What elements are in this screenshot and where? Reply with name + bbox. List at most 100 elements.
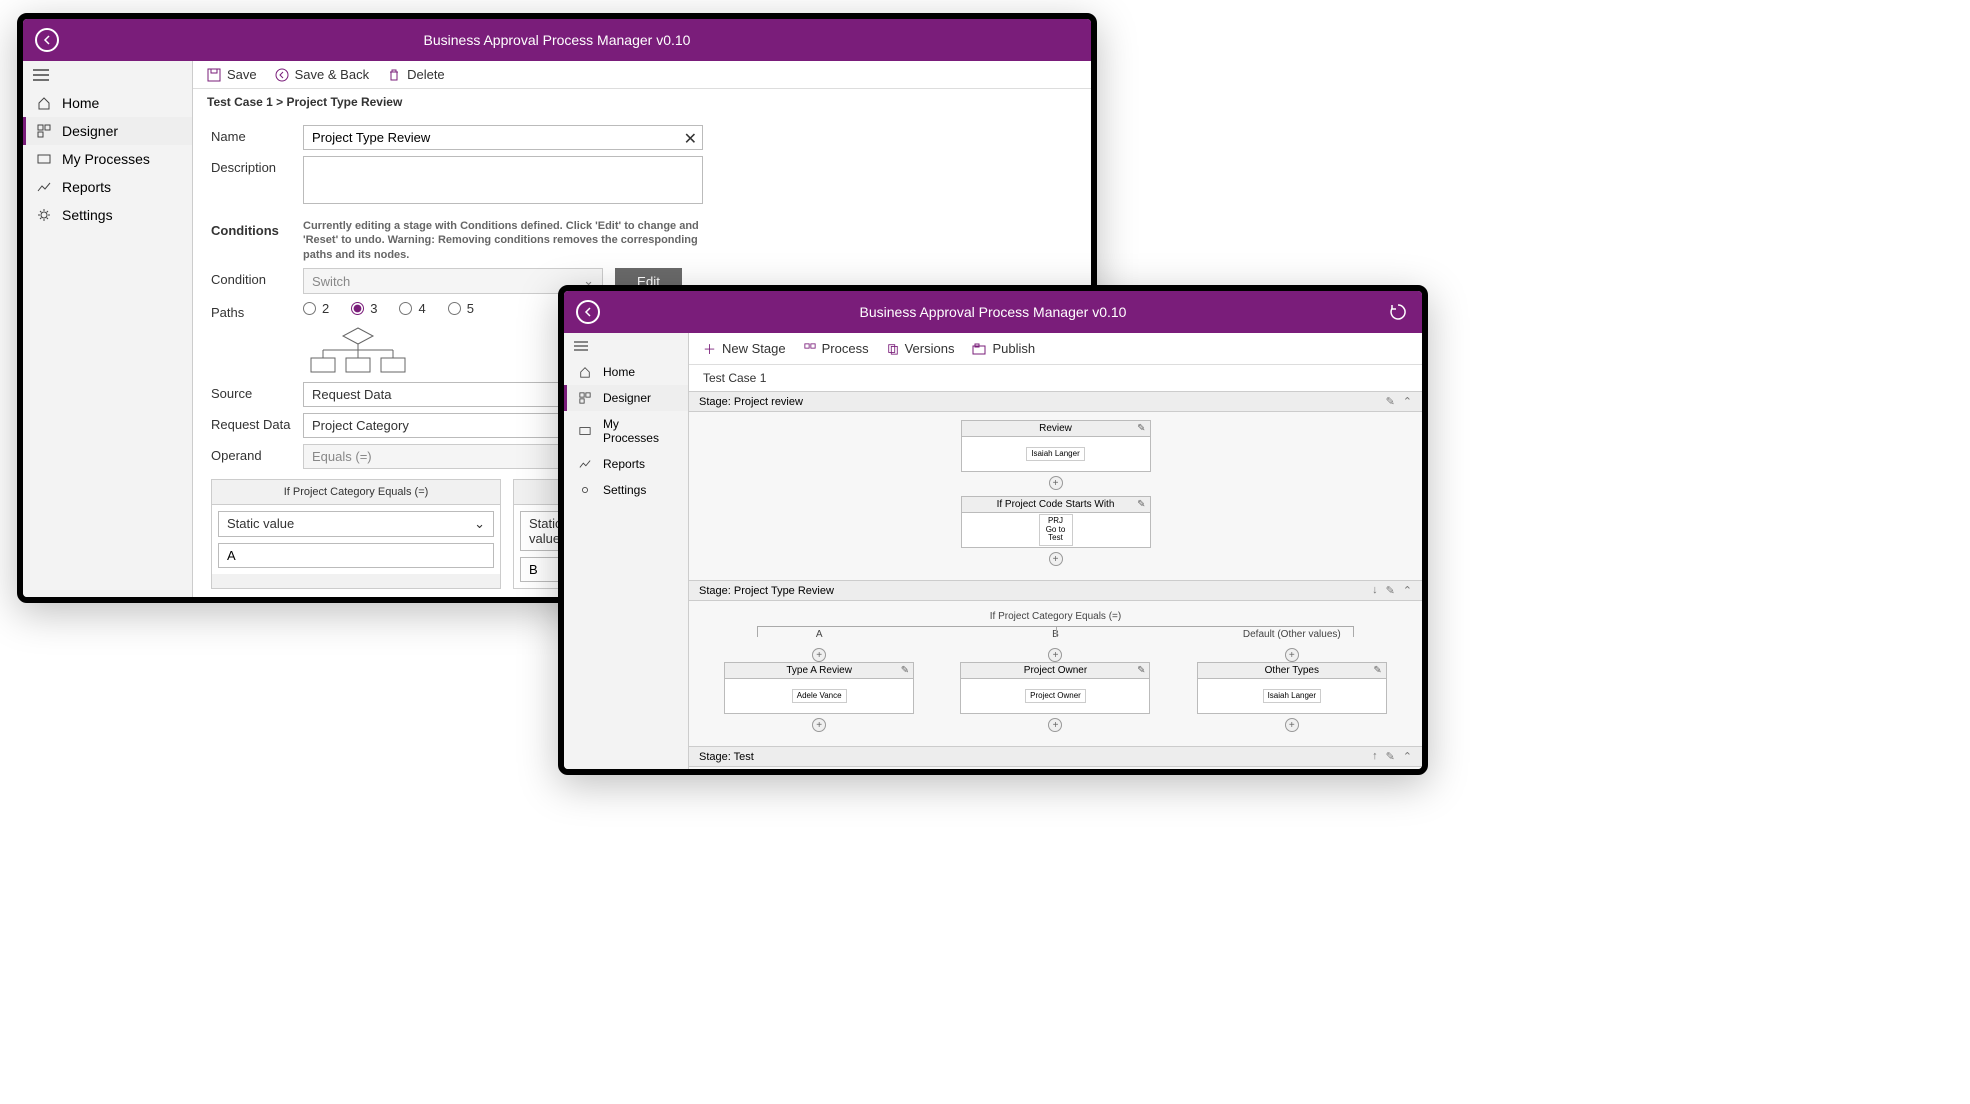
sidebar: Home Designer My Processes Reports Setti… xyxy=(23,61,193,597)
path-value-input[interactable] xyxy=(218,543,494,568)
trash-icon xyxy=(387,68,401,82)
stage-card[interactable]: Other Types✎ Isaiah Langer xyxy=(1197,662,1387,714)
collapse-icon[interactable]: ⌃ xyxy=(1403,584,1412,597)
stage-header: Stage: Project review ✎ ⌃ xyxy=(689,391,1422,412)
versions-icon xyxy=(887,343,899,355)
stage-card[interactable]: Project Owner✎ Project Owner xyxy=(960,662,1150,714)
edit-stage-icon[interactable]: ✎ xyxy=(1386,584,1395,597)
breadcrumb: Test Case 1 > Project Type Review xyxy=(193,89,1091,115)
sidebar-item-designer[interactable]: Designer xyxy=(564,385,688,411)
add-node-button[interactable]: + xyxy=(1285,648,1299,662)
publish-label: Publish xyxy=(992,341,1035,356)
gear-icon xyxy=(36,208,52,222)
move-up-icon[interactable]: ↑ xyxy=(1372,750,1378,763)
processes-icon xyxy=(36,152,52,166)
description-label: Description xyxy=(211,156,303,175)
paths-radio-2[interactable]: 2 xyxy=(303,301,329,316)
edit-stage-icon[interactable]: ✎ xyxy=(1386,750,1395,763)
description-input[interactable] xyxy=(303,156,703,204)
move-down-icon[interactable]: ↓ xyxy=(1372,584,1378,597)
sidebar-item-label: Settings xyxy=(603,483,646,497)
sidebar-item-designer[interactable]: Designer xyxy=(23,117,192,145)
back-button[interactable] xyxy=(576,300,600,324)
hamburger-icon[interactable] xyxy=(23,61,192,89)
paths-radio-group: 2 3 4 5 xyxy=(303,301,474,316)
edit-card-icon[interactable]: ✎ xyxy=(1137,499,1145,510)
add-node-button[interactable]: + xyxy=(812,648,826,662)
designer-icon xyxy=(577,392,593,404)
sidebar-item-settings[interactable]: Settings xyxy=(564,477,688,503)
publish-icon xyxy=(972,343,986,355)
paths-radio-5[interactable]: 5 xyxy=(448,301,474,316)
sidebar-item-settings[interactable]: Settings xyxy=(23,201,192,229)
stage-card[interactable]: Type A Review✎ Adele Vance xyxy=(724,662,914,714)
back-arrow-icon xyxy=(275,68,289,82)
stage-card[interactable]: If Project Code Starts With✎ PRJ Go to T… xyxy=(961,496,1151,548)
add-node-button[interactable]: + xyxy=(1049,552,1063,566)
save-button[interactable]: Save xyxy=(207,67,257,82)
condition-type-value: Switch xyxy=(312,274,350,289)
path-type-select[interactable]: Static value⌄ xyxy=(218,511,494,537)
app-title: Business Approval Process Manager v0.10 xyxy=(424,32,691,48)
collapse-icon[interactable]: ⌃ xyxy=(1403,750,1412,763)
source-label: Source xyxy=(211,382,303,401)
delete-button[interactable]: Delete xyxy=(387,67,445,82)
titlebar: Business Approval Process Manager v0.10 xyxy=(23,19,1091,61)
app-title: Business Approval Process Manager v0.10 xyxy=(860,304,1127,320)
edit-card-icon[interactable]: ✎ xyxy=(1137,665,1145,676)
add-node-button[interactable]: + xyxy=(812,718,826,732)
new-stage-button[interactable]: ＋ New Stage xyxy=(703,339,786,358)
add-node-button[interactable]: + xyxy=(1049,476,1063,490)
collapse-icon[interactable]: ⌃ xyxy=(1403,395,1412,408)
designer-icon xyxy=(36,124,52,138)
hamburger-icon[interactable] xyxy=(564,333,688,359)
versions-button[interactable]: Versions xyxy=(887,341,955,356)
clear-name-icon[interactable]: ✕ xyxy=(684,129,697,149)
sidebar-item-home[interactable]: Home xyxy=(564,359,688,385)
save-back-button[interactable]: Save & Back xyxy=(275,67,369,82)
name-label: Name xyxy=(211,125,303,144)
sidebar-item-label: Home xyxy=(62,95,99,111)
path-box-header: If Project Category Equals (=) xyxy=(212,480,500,505)
edit-stage-icon[interactable]: ✎ xyxy=(1386,395,1395,408)
publish-button[interactable]: Publish xyxy=(972,341,1035,356)
add-node-button[interactable]: + xyxy=(1048,718,1062,732)
add-node-button[interactable]: + xyxy=(1048,648,1062,662)
sidebar-item-reports[interactable]: Reports xyxy=(564,451,688,477)
sidebar-item-reports[interactable]: Reports xyxy=(23,173,192,201)
sidebar-item-label: Designer xyxy=(62,123,118,139)
edit-card-icon[interactable]: ✎ xyxy=(1137,423,1145,434)
stage-card[interactable]: Review✎ Isaiah Langer xyxy=(961,420,1151,472)
branch-condition-label: If Project Category Equals (=) xyxy=(701,611,1410,622)
edit-card-icon[interactable]: ✎ xyxy=(901,665,909,676)
processes-icon xyxy=(577,425,593,437)
conditions-hint: Currently editing a stage with Condition… xyxy=(303,219,703,262)
add-node-button[interactable]: + xyxy=(1285,718,1299,732)
back-button[interactable] xyxy=(35,28,59,52)
home-icon xyxy=(36,96,52,110)
operand-label: Operand xyxy=(211,444,303,463)
assignee-chip: Isaiah Langer xyxy=(1026,447,1084,462)
name-input[interactable] xyxy=(303,125,703,150)
process-icon xyxy=(804,343,816,355)
paths-label: Paths xyxy=(211,301,303,320)
process-label: Process xyxy=(822,341,869,356)
sidebar-item-label: My Processes xyxy=(603,417,678,445)
save-back-label: Save & Back xyxy=(295,67,369,82)
process-button[interactable]: Process xyxy=(804,341,869,356)
process-canvas: Stage: Project review ✎ ⌃ Review✎ Isaiah… xyxy=(689,391,1422,769)
sidebar-item-my-processes[interactable]: My Processes xyxy=(564,411,688,451)
stage-title: Stage: Project review xyxy=(699,396,803,408)
paths-radio-3[interactable]: 3 xyxy=(351,301,377,316)
titlebar: Business Approval Process Manager v0.10 xyxy=(564,291,1422,333)
versions-label: Versions xyxy=(905,341,955,356)
edit-card-icon[interactable]: ✎ xyxy=(1373,665,1381,676)
stage-title: Stage: Project Type Review xyxy=(699,585,834,597)
paths-radio-4[interactable]: 4 xyxy=(399,301,425,316)
refresh-button[interactable] xyxy=(1386,300,1410,324)
sidebar-item-home[interactable]: Home xyxy=(23,89,192,117)
sidebar-item-my-processes[interactable]: My Processes xyxy=(23,145,192,173)
assignee-chip: Adele Vance xyxy=(792,689,847,704)
sidebar-item-label: Settings xyxy=(62,207,113,223)
save-label: Save xyxy=(227,67,257,82)
